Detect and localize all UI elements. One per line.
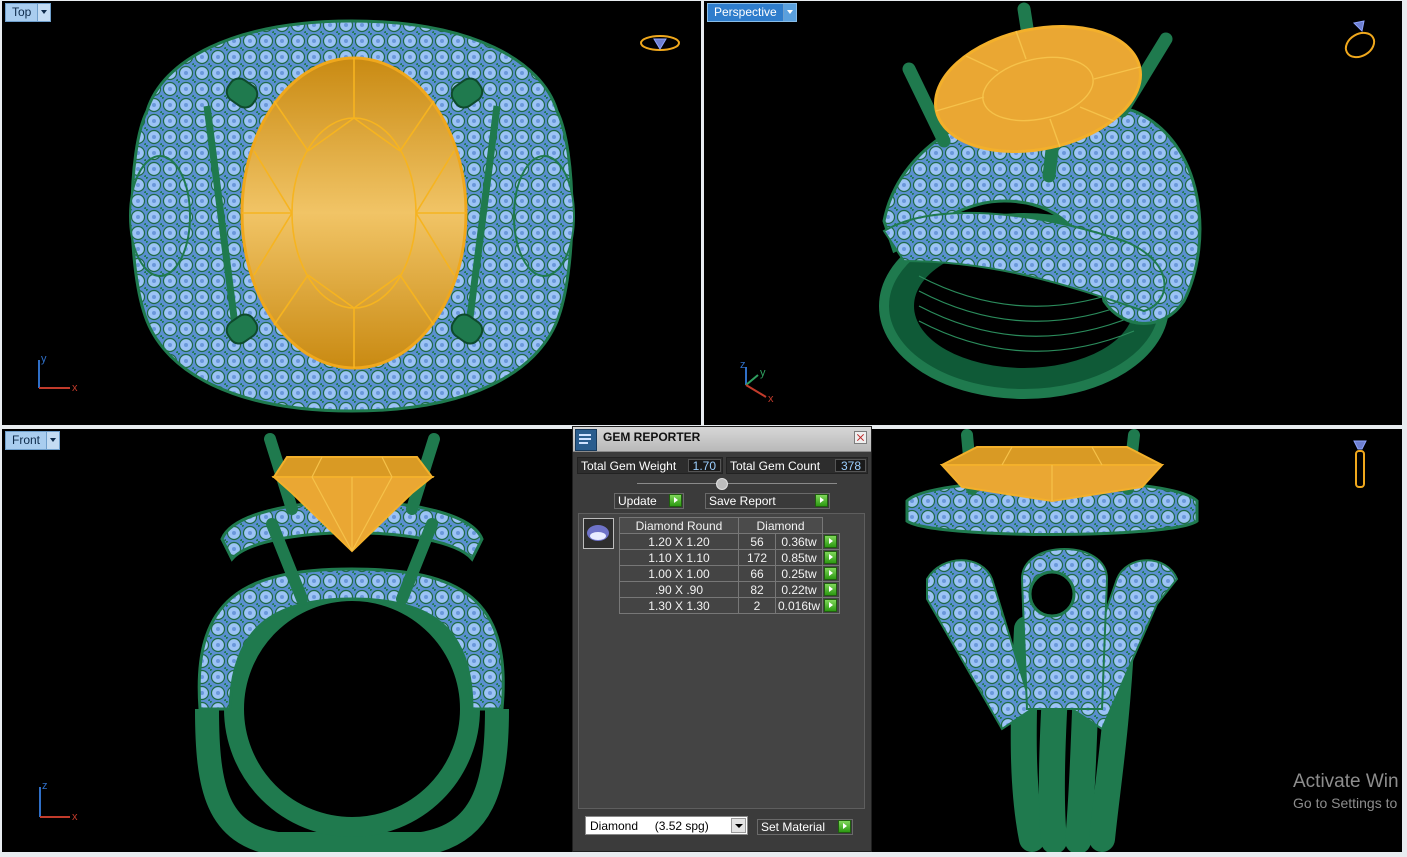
table-row[interactable]: 1.20 X 1.20 56 0.36tw [619,533,840,550]
axis-label-y: y [41,353,47,365]
update-button-label: Update [618,494,657,508]
chevron-down-icon[interactable] [46,432,60,449]
ring-nav-icon[interactable] [1348,439,1372,491]
gem-weight: 0.85tw [775,549,823,566]
select-gem-arrow-icon[interactable] [824,567,837,580]
play-arrow-icon [838,820,851,833]
gem-count: 82 [738,581,776,598]
gem-size: 1.00 X 1.00 [619,565,739,582]
viewport-label: Top [12,5,32,19]
save-report-button[interactable]: Save Report [705,493,830,509]
select-gem-arrow-icon[interactable] [824,535,837,548]
table-row[interactable]: 1.00 X 1.00 66 0.25tw [619,565,840,582]
chevron-down-icon[interactable] [731,818,746,833]
gem-weight: 0.22tw [775,581,823,598]
gem-size: 1.10 X 1.10 [619,549,739,566]
total-gem-weight-value: 1.70 [688,459,721,473]
axis-label-x: x [72,811,78,823]
watermark-line2: Go to Settings to [1293,795,1398,811]
set-material-button-label: Set Material [761,820,826,834]
gem-reporter-dialog[interactable]: GEM REPORTER Total Gem Weight 1.70 Total… [572,426,872,852]
gem-count: 2 [738,597,776,614]
ring-nav-icon[interactable] [638,31,682,55]
gem-size: .90 X .90 [619,581,739,598]
axis-label-y: y [760,367,766,379]
column-header-material: Diamond [738,517,823,534]
gem-list-panel: Diamond Round Diamond 1.20 X 1.20 56 0.3… [578,513,865,809]
chevron-down-icon[interactable] [782,4,796,21]
axis-label-z: z [42,780,48,792]
axis-gizmo-perspective: z y x [740,359,774,403]
collapse-handle[interactable] [716,478,728,490]
play-arrow-icon [815,494,828,507]
diamond-icon[interactable] [583,518,614,549]
column-header-shape: Diamond Round [619,517,739,534]
gem-weight: 0.016tw [775,597,823,614]
ring-front-view [195,433,509,852]
set-material-button[interactable]: Set Material [757,819,853,835]
select-gem-arrow-icon[interactable] [824,583,837,596]
viewport-menu-perspective[interactable]: Perspective [707,3,797,22]
viewport-right[interactable]: Activate Win Go to Settings to [872,429,1402,852]
gem-reporter-icon [575,429,597,451]
play-arrow-icon [669,494,682,507]
viewport-front[interactable]: Front z x [2,429,572,852]
table-header: Diamond Round Diamond [619,517,840,534]
viewport-label: Perspective [714,5,777,19]
save-report-button-label: Save Report [709,494,776,508]
material-select[interactable]: Diamond (3.52 spg) [585,816,748,835]
gem-count: 66 [738,565,776,582]
gem-size: 1.20 X 1.20 [619,533,739,550]
chevron-down-icon[interactable] [37,4,51,21]
table-row[interactable]: 1.10 X 1.10 172 0.85tw [619,549,840,566]
axis-gizmo-top: y x [38,353,78,393]
ring-top-view [129,19,575,413]
gem-weight: 0.36tw [775,533,823,550]
table-row[interactable]: 1.30 X 1.30 2 0.016tw [619,597,840,614]
windows-activation-watermark: Activate Win Go to Settings to [1293,771,1399,813]
total-gem-count: Total Gem Count 378 [726,457,868,474]
viewport-menu-top[interactable]: Top [5,3,52,22]
viewport-label: Front [12,433,41,447]
select-gem-arrow-icon[interactable] [824,599,837,612]
axis-label-x: x [72,382,78,393]
viewport-perspective[interactable]: Perspective z y x [704,1,1402,425]
viewport-menu-front[interactable]: Front [5,431,61,450]
gem-weight: 0.25tw [775,565,823,582]
ring-nav-icon[interactable] [1340,17,1380,61]
axis-label-x: x [768,393,774,403]
gem-count: 172 [738,549,776,566]
panel-divider [637,483,837,484]
total-gem-weight-label: Total Gem Weight [581,459,677,473]
total-gem-weight: Total Gem Weight 1.70 [577,457,723,474]
axis-label-z: z [740,359,746,371]
select-gem-arrow-icon[interactable] [824,551,837,564]
ring-perspective-view [879,2,1202,399]
update-button[interactable]: Update [614,493,684,509]
material-select-value: Diamond (3.52 spg) [590,819,709,833]
table-row[interactable]: .90 X .90 82 0.22tw [619,581,840,598]
gem-table: Diamond Round Diamond 1.20 X 1.20 56 0.3… [619,517,840,614]
gem-size: 1.30 X 1.30 [619,597,739,614]
total-gem-count-label: Total Gem Count [730,459,821,473]
close-icon[interactable] [854,431,867,444]
viewport-top[interactable]: Top y x [2,1,701,425]
dialog-title: GEM REPORTER [603,430,701,444]
total-gem-count-value: 378 [835,459,866,473]
dialog-titlebar[interactable]: GEM REPORTER [573,427,871,452]
watermark-line1: Activate Win [1293,771,1399,792]
axis-gizmo-front: z x [39,780,78,823]
gem-count: 56 [738,533,776,550]
